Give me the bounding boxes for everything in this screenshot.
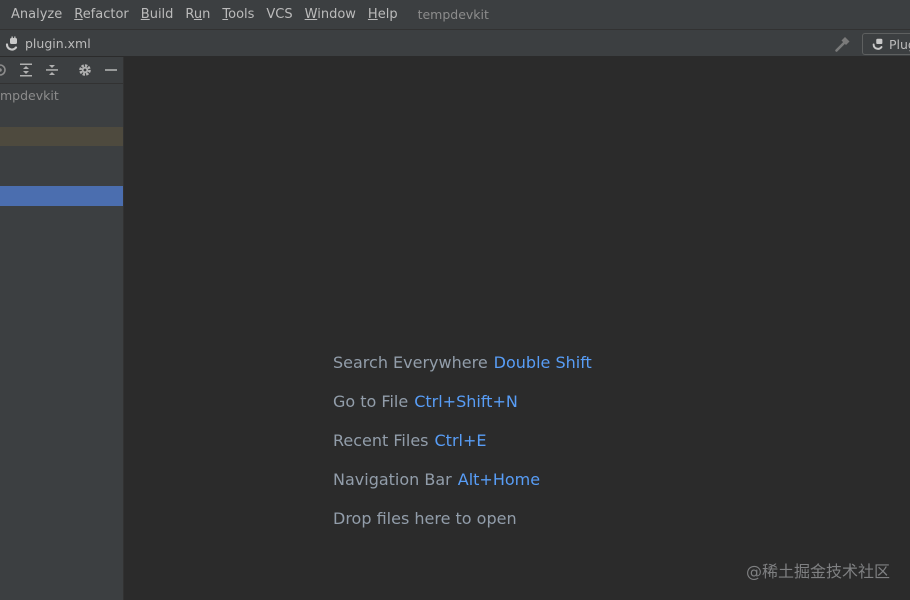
editor-hint: Navigation Bar Alt+Home <box>333 469 592 508</box>
collapse-all-icon[interactable] <box>44 62 60 78</box>
breadcrumb-file-label: plugin.xml <box>25 36 91 51</box>
hide-icon[interactable] <box>103 62 119 78</box>
locate-icon[interactable] <box>0 62 8 78</box>
breadcrumb-file[interactable]: plugin.xml <box>4 30 91 57</box>
tree-row-highlighted[interactable] <box>0 127 123 146</box>
menu-tools[interactable]: Tools <box>216 0 260 29</box>
navigation-bar: plugin.xml Plug <box>0 29 910 57</box>
project-tool-window: mpdevkit <box>0 57 124 600</box>
hint-label: Go to File <box>333 392 409 411</box>
menu-refactor[interactable]: Refactor <box>68 0 135 29</box>
hint-label: Navigation Bar <box>333 470 452 489</box>
editor-hint: Drop files here to open <box>333 508 592 547</box>
hint-shortcut: Double Shift <box>493 353 592 372</box>
tree-row-selected[interactable] <box>0 186 123 206</box>
editor-hint: Go to File Ctrl+Shift+N <box>333 391 592 430</box>
hint-label: Drop files here to open <box>333 509 517 528</box>
plugin-run-config-icon <box>872 38 883 50</box>
run-configuration-label: Plug <box>889 36 910 52</box>
menu-analyze[interactable]: Analyze <box>5 0 68 29</box>
menu-items: Analyze Refactor Build Run Tools VCS Window Hel… <box>5 0 404 29</box>
hint-shortcut: Ctrl+E <box>434 431 487 450</box>
tree-root-label: mpdevkit <box>0 88 59 103</box>
tool-window-header <box>0 57 123 84</box>
hint-shortcut: Alt+Home <box>457 470 541 489</box>
expand-all-icon[interactable] <box>18 62 34 78</box>
hammer-icon[interactable] <box>834 35 852 53</box>
hint-label: Search Everywhere <box>333 353 488 372</box>
hint-shortcut: Ctrl+Shift+N <box>414 392 518 411</box>
menu-help[interactable]: Help <box>362 0 404 29</box>
editor-hint: Recent Files Ctrl+E <box>333 430 592 469</box>
gear-icon[interactable] <box>77 62 93 78</box>
tree-root-item[interactable]: mpdevkit <box>0 86 59 106</box>
menu-build[interactable]: Build <box>135 0 180 29</box>
hint-label: Recent Files <box>333 431 429 450</box>
plugin-icon <box>5 36 18 51</box>
editor-hints: Search Everywhere Double Shift Go to File C… <box>333 352 592 547</box>
run-configuration-selector[interactable]: Plug <box>862 33 910 55</box>
menu-bar: Analyze Refactor Build Run Tools VCS Window Hel… <box>0 0 910 29</box>
menu-window[interactable]: Window <box>299 0 362 29</box>
editor-hint: Search Everywhere Double Shift <box>333 352 592 391</box>
editor-empty-area[interactable]: Search Everywhere Double Shift Go to File C… <box>125 57 910 600</box>
menu-vcs[interactable]: VCS <box>260 0 298 29</box>
watermark: @稀土掘金技术社区 <box>745 562 890 581</box>
project-title: tempdevkit <box>417 7 489 22</box>
menu-run[interactable]: Run <box>179 0 216 29</box>
